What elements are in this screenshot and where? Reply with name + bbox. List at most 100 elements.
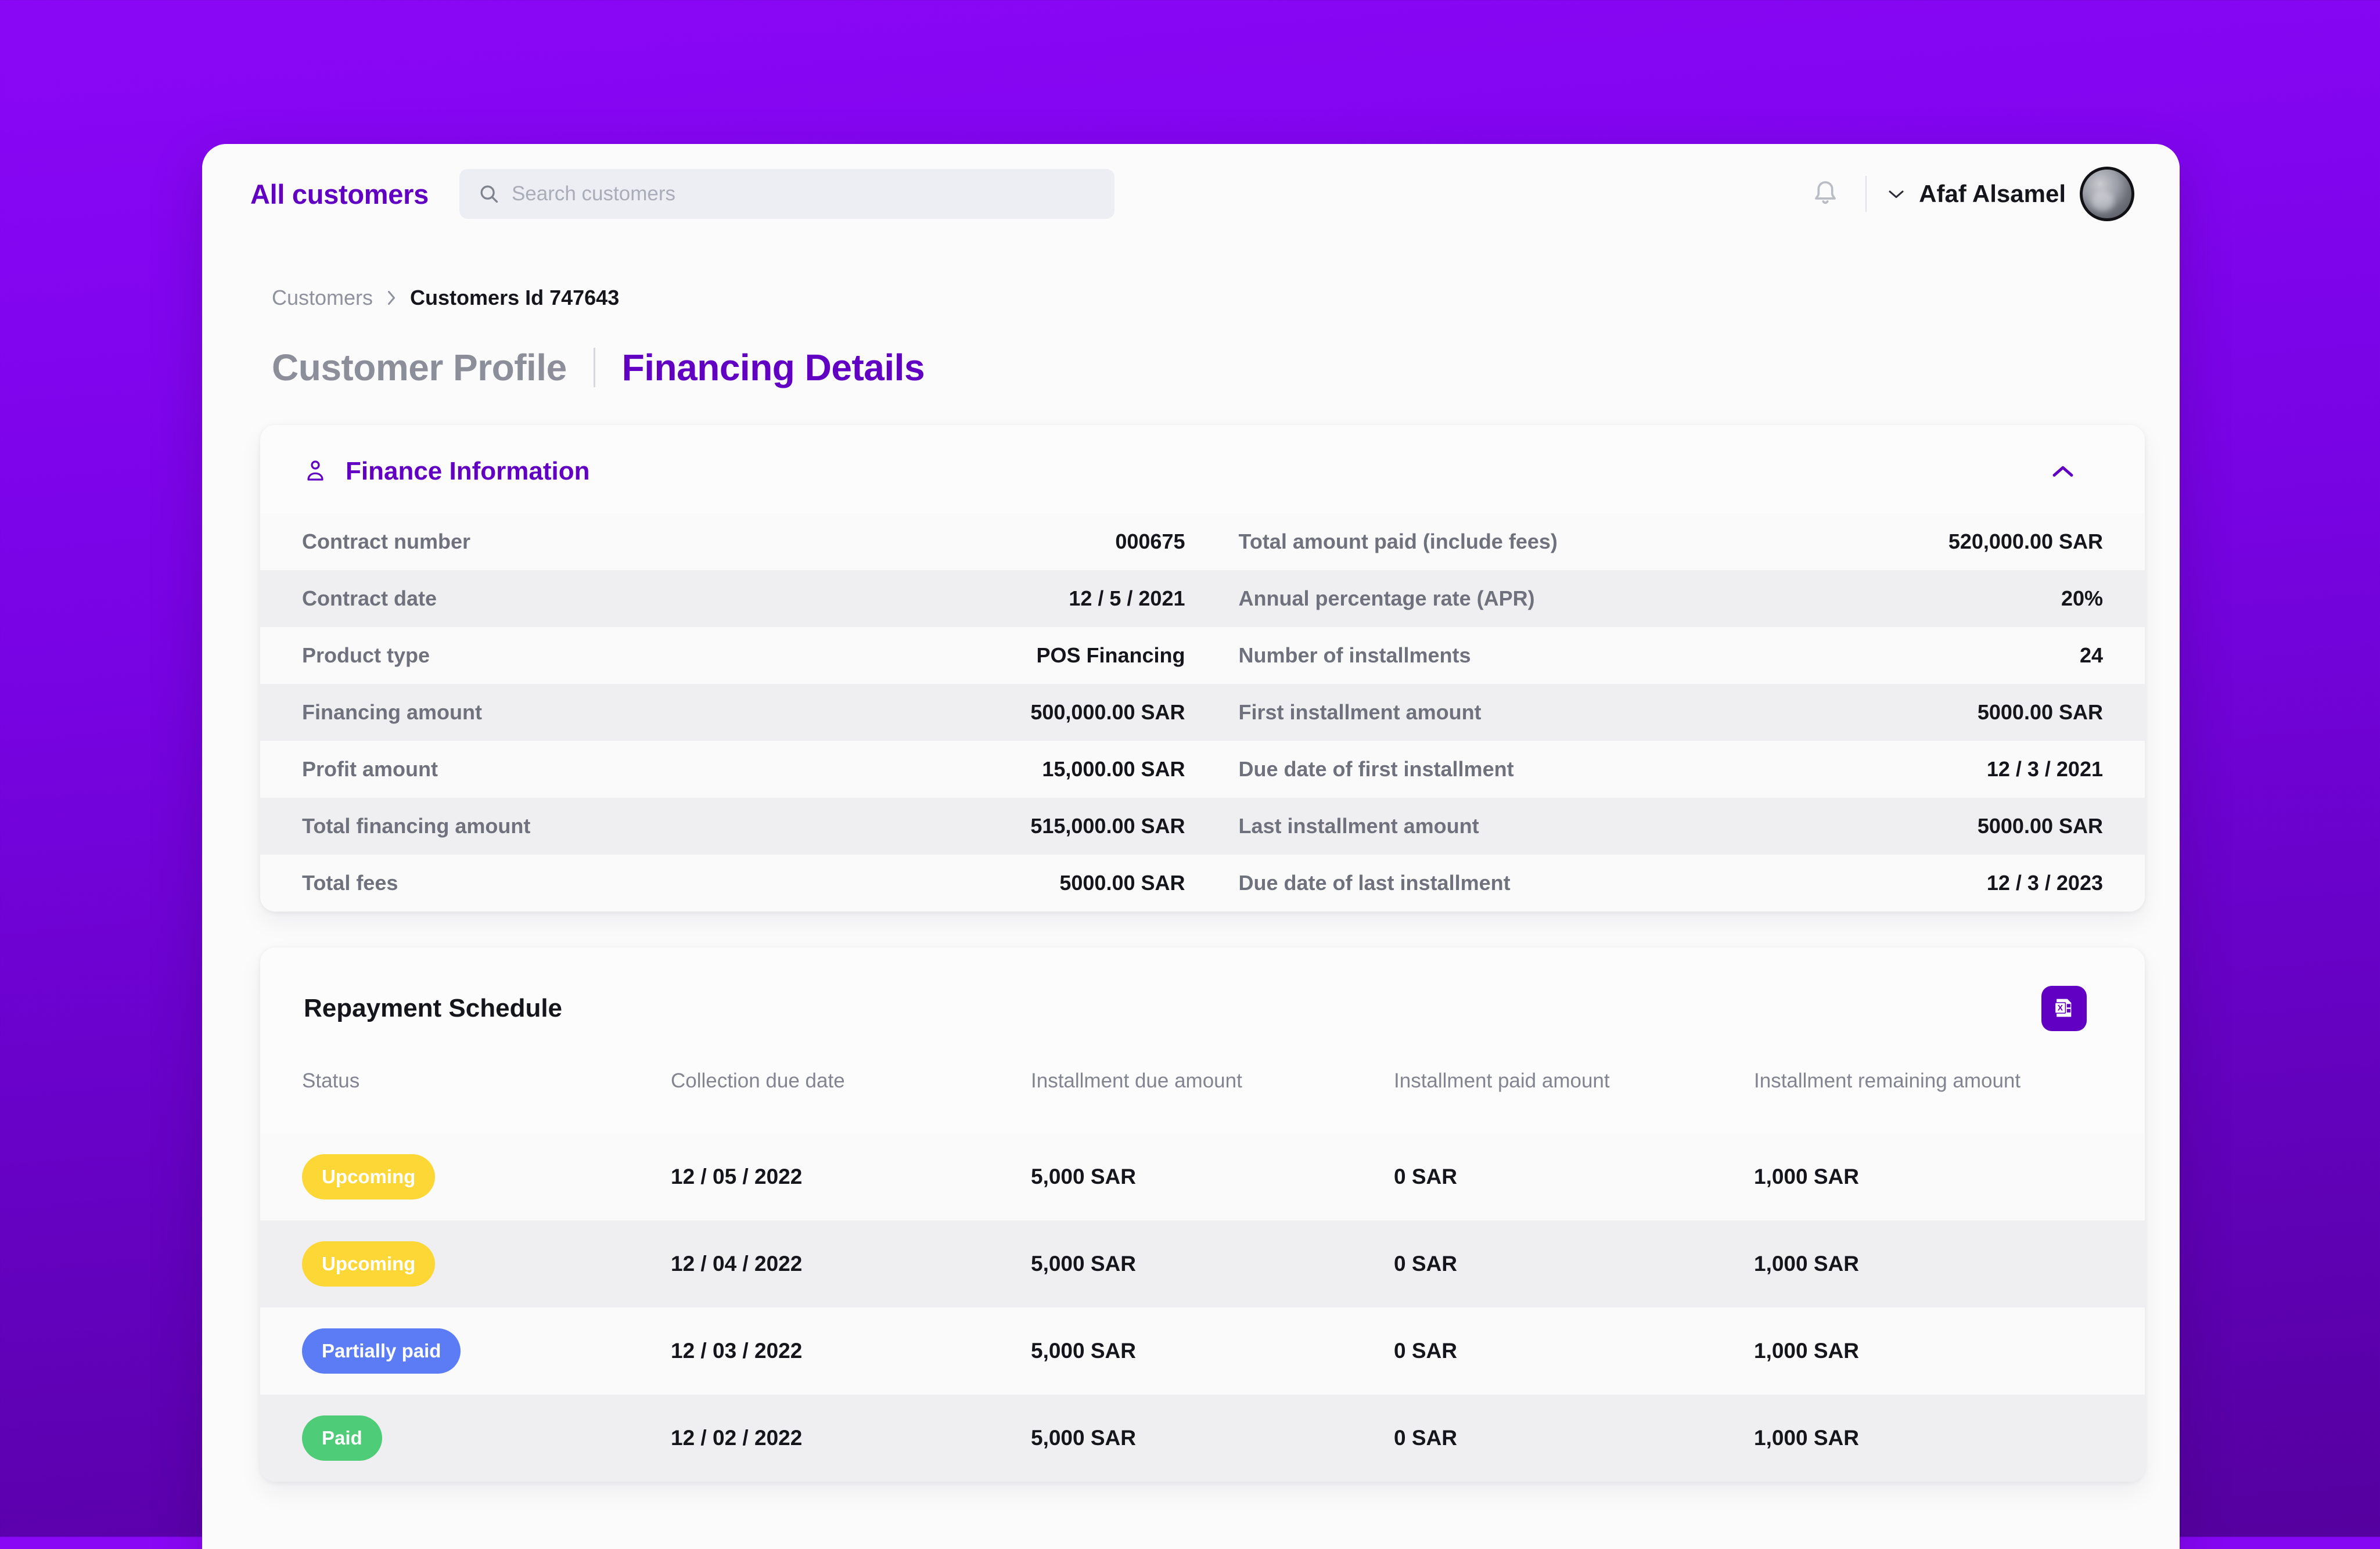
table-cell-status: Paid: [302, 1415, 671, 1461]
table-cell-due-amount: 5,000 SAR: [1031, 1426, 1136, 1450]
top-bar-right: Afaf Alsamel: [1803, 167, 2145, 221]
table-column-header: Collection due date: [671, 1069, 845, 1092]
finance-value: 5000.00 SAR: [1977, 700, 2103, 724]
finance-label: Due date of last installment: [1238, 871, 1511, 895]
table-header-row: Status Collection due date Installment due…: [260, 1068, 2145, 1133]
finance-row: Contract date 12 / 5 / 2021 Annual percent…: [260, 570, 2145, 627]
finance-value: 12 / 3 / 2023: [1986, 871, 2103, 895]
table-column-header: Installment remaining amount: [1754, 1069, 2021, 1092]
bell-icon: [1810, 178, 1840, 211]
finance-label: Last installment amount: [1238, 814, 1479, 838]
finance-card-header: Finance Information: [260, 425, 2145, 513]
page-content: Customers Customers Id 747643 Customer P…: [202, 286, 2180, 1482]
finance-value: 515,000.00 SAR: [1030, 814, 1185, 838]
finance-row: Financing amount 500,000.00 SAR First inst…: [260, 684, 2145, 741]
notifications-button[interactable]: [1803, 171, 1848, 217]
status-badge: Partially paid: [302, 1328, 461, 1374]
finance-value: 000675: [1115, 529, 1185, 553]
table-row[interactable]: Upcoming 12 / 04 / 2022 5,000 SAR 0 SAR 1,00…: [260, 1220, 2145, 1307]
table-cell-due-amount: 5,000 SAR: [1031, 1165, 1136, 1188]
svg-text:X: X: [2058, 1003, 2063, 1012]
app-brand-title: All customers: [250, 178, 429, 210]
finance-cell-right: Number of installments 24: [1203, 627, 2145, 684]
table-column-header: Installment paid amount: [1394, 1069, 1610, 1092]
status-badge: Paid: [302, 1415, 382, 1461]
finance-cell-left: Contract date 12 / 5 / 2021: [260, 570, 1203, 627]
finance-cell-left: Financing amount 500,000.00 SAR: [260, 684, 1203, 741]
finance-cell-left: Profit amount 15,000.00 SAR: [260, 741, 1203, 798]
person-icon: [304, 459, 327, 484]
table-cell-remaining-amount: 1,000 SAR: [1754, 1426, 1859, 1450]
finance-cell-right: Due date of first installment 12 / 3 / 20…: [1203, 741, 2145, 798]
breadcrumb-root[interactable]: Customers: [272, 286, 373, 310]
top-bar-divider: [1865, 176, 1867, 212]
table-cell-status: Upcoming: [302, 1154, 671, 1199]
table-cell-due-date: 12 / 02 / 2022: [671, 1426, 803, 1450]
table-cell-remaining-amount: 1,000 SAR: [1754, 1339, 1859, 1363]
finance-card-title: Finance Information: [346, 457, 590, 485]
table-cell-paid-amount: 0 SAR: [1394, 1426, 1457, 1450]
export-excel-button[interactable]: X: [2041, 986, 2087, 1031]
repayment-card-header: Repayment Schedule X: [260, 948, 2145, 1031]
finance-value: 500,000.00 SAR: [1030, 700, 1185, 724]
repayment-table: Status Collection due date Installment due…: [260, 1068, 2145, 1482]
finance-value: 520,000.00 SAR: [1948, 529, 2103, 553]
search-icon: [478, 183, 500, 205]
table-row[interactable]: Upcoming 12 / 05 / 2022 5,000 SAR 0 SAR 1,00…: [260, 1133, 2145, 1220]
app-window: All customers Search customers Afaf Alsa…: [202, 144, 2180, 1549]
finance-value: 5000.00 SAR: [1059, 871, 1185, 895]
finance-label: Financing amount: [302, 700, 482, 724]
finance-label: First installment amount: [1238, 700, 1482, 724]
table-cell-paid-amount: 0 SAR: [1394, 1339, 1457, 1363]
finance-row: Product type POS Financing Number of insta…: [260, 627, 2145, 684]
finance-row: Total fees 5000.00 SAR Due date of last in…: [260, 855, 2145, 912]
table-cell-paid-amount: 0 SAR: [1394, 1252, 1457, 1276]
finance-value: 12 / 5 / 2021: [1069, 586, 1185, 610]
excel-export-icon: X: [2051, 995, 2077, 1022]
finance-cell-left: Total fees 5000.00 SAR: [260, 855, 1203, 912]
finance-label: Product type: [302, 643, 430, 667]
finance-cell-right: First installment amount 5000.00 SAR: [1203, 684, 2145, 741]
finance-value: POS Financing: [1036, 643, 1185, 667]
title-divider: [593, 348, 595, 387]
finance-label: Total financing amount: [302, 814, 531, 838]
finance-label: Profit amount: [302, 757, 438, 781]
repayment-card-title: Repayment Schedule: [304, 994, 563, 1022]
breadcrumb: Customers Customers Id 747643: [272, 286, 2145, 310]
finance-cell-right: Annual percentage rate (APR) 20%: [1203, 570, 2145, 627]
status-badge: Upcoming: [302, 1241, 436, 1287]
table-row[interactable]: Paid 12 / 02 / 2022 5,000 SAR 0 SAR 1,000 SA…: [260, 1395, 2145, 1482]
table-cell-remaining-amount: 1,000 SAR: [1754, 1252, 1859, 1276]
table-cell-due-date: 12 / 05 / 2022: [671, 1165, 803, 1188]
finance-label: Total amount paid (include fees): [1238, 529, 1558, 553]
table-cell-due-date: 12 / 04 / 2022: [671, 1252, 803, 1276]
chevron-down-icon[interactable]: [1886, 188, 1906, 200]
finance-cell-left: Contract number 000675: [260, 513, 1203, 570]
repayment-schedule-card: Repayment Schedule X Status Collection d…: [260, 948, 2145, 1482]
table-column-header: Status: [302, 1069, 360, 1092]
finance-rows: Contract number 000675 Total amount paid (…: [260, 513, 2145, 912]
breadcrumb-current: Customers Id 747643: [410, 286, 620, 309]
top-bar: All customers Search customers Afaf Alsa…: [202, 144, 2180, 244]
collapse-toggle-button[interactable]: [2042, 455, 2084, 488]
finance-cell-right: Due date of last installment 12 / 3 / 202…: [1203, 855, 2145, 912]
user-name[interactable]: Afaf Alsamel: [1919, 180, 2066, 208]
table-cell-due-amount: 5,000 SAR: [1031, 1252, 1136, 1276]
table-column-header: Installment due amount: [1031, 1069, 1242, 1092]
avatar[interactable]: [2080, 167, 2134, 221]
finance-value: 12 / 3 / 2021: [1986, 757, 2103, 781]
table-cell-paid-amount: 0 SAR: [1394, 1165, 1457, 1188]
table-cell-status: Upcoming: [302, 1241, 671, 1287]
chevron-up-icon: [2050, 462, 2076, 481]
table-cell-remaining-amount: 1,000 SAR: [1754, 1165, 1859, 1188]
table-cell-due-date: 12 / 03 / 2022: [671, 1339, 803, 1363]
search-input[interactable]: [511, 182, 1096, 206]
tab-financing-details[interactable]: Financing Details: [622, 346, 925, 389]
finance-cell-right: Last installment amount 5000.00 SAR: [1203, 798, 2145, 855]
finance-row: Profit amount 15,000.00 SAR Due date of fi…: [260, 741, 2145, 798]
tab-customer-profile[interactable]: Customer Profile: [272, 346, 567, 389]
finance-value: 5000.00 SAR: [1977, 814, 2103, 838]
table-row[interactable]: Partially paid 12 / 03 / 2022 5,000 SAR 0 S…: [260, 1307, 2145, 1395]
search-box[interactable]: [459, 169, 1114, 219]
chevron-right-icon: [386, 289, 397, 307]
